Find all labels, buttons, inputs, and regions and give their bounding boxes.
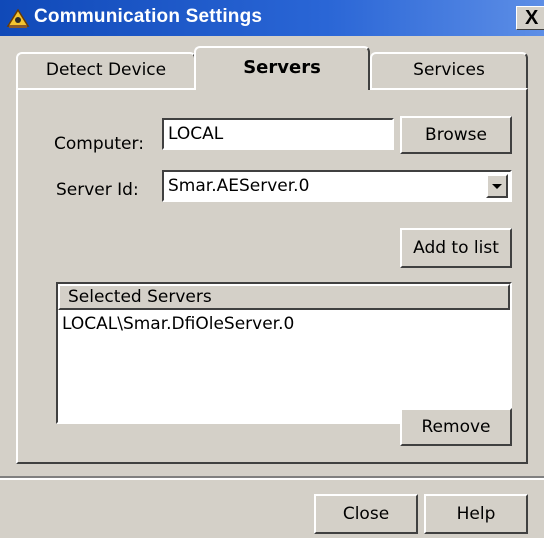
tab-detect-device[interactable]: Detect Device (16, 52, 196, 88)
server-id-value: Smar.AEServer.0 (168, 176, 310, 196)
selected-servers-list[interactable]: Selected Servers LOCAL\Smar.DfiOleServer… (56, 282, 512, 424)
remove-button[interactable]: Remove (400, 408, 512, 446)
server-id-label: Server Id: (56, 180, 139, 200)
server-id-select[interactable]: Smar.AEServer.0 (162, 170, 512, 202)
close-window-button[interactable]: X (516, 6, 544, 30)
list-header-selected-servers[interactable]: Selected Servers (58, 284, 510, 310)
tab-servers[interactable]: Servers (194, 46, 370, 90)
browse-button[interactable]: Browse (400, 116, 512, 154)
tab-services[interactable]: Services (370, 52, 528, 88)
dialog-body: Detect Device Servers Services Computer:… (0, 36, 544, 538)
app-icon (6, 8, 30, 28)
title-bar: Communication Settings X (0, 0, 544, 36)
servers-panel: Computer: LOCAL Browse Server Id: Smar.A… (16, 88, 528, 464)
help-button[interactable]: Help (424, 494, 528, 534)
list-item[interactable]: LOCAL\Smar.DfiOleServer.0 (62, 314, 294, 334)
computer-input[interactable]: LOCAL (162, 118, 394, 150)
footer-divider (0, 476, 544, 480)
computer-label: Computer: (54, 134, 144, 154)
chevron-down-icon[interactable] (486, 174, 508, 198)
add-to-list-button[interactable]: Add to list (400, 228, 512, 268)
window-title: Communication Settings (34, 6, 263, 27)
close-button[interactable]: Close (314, 494, 418, 534)
